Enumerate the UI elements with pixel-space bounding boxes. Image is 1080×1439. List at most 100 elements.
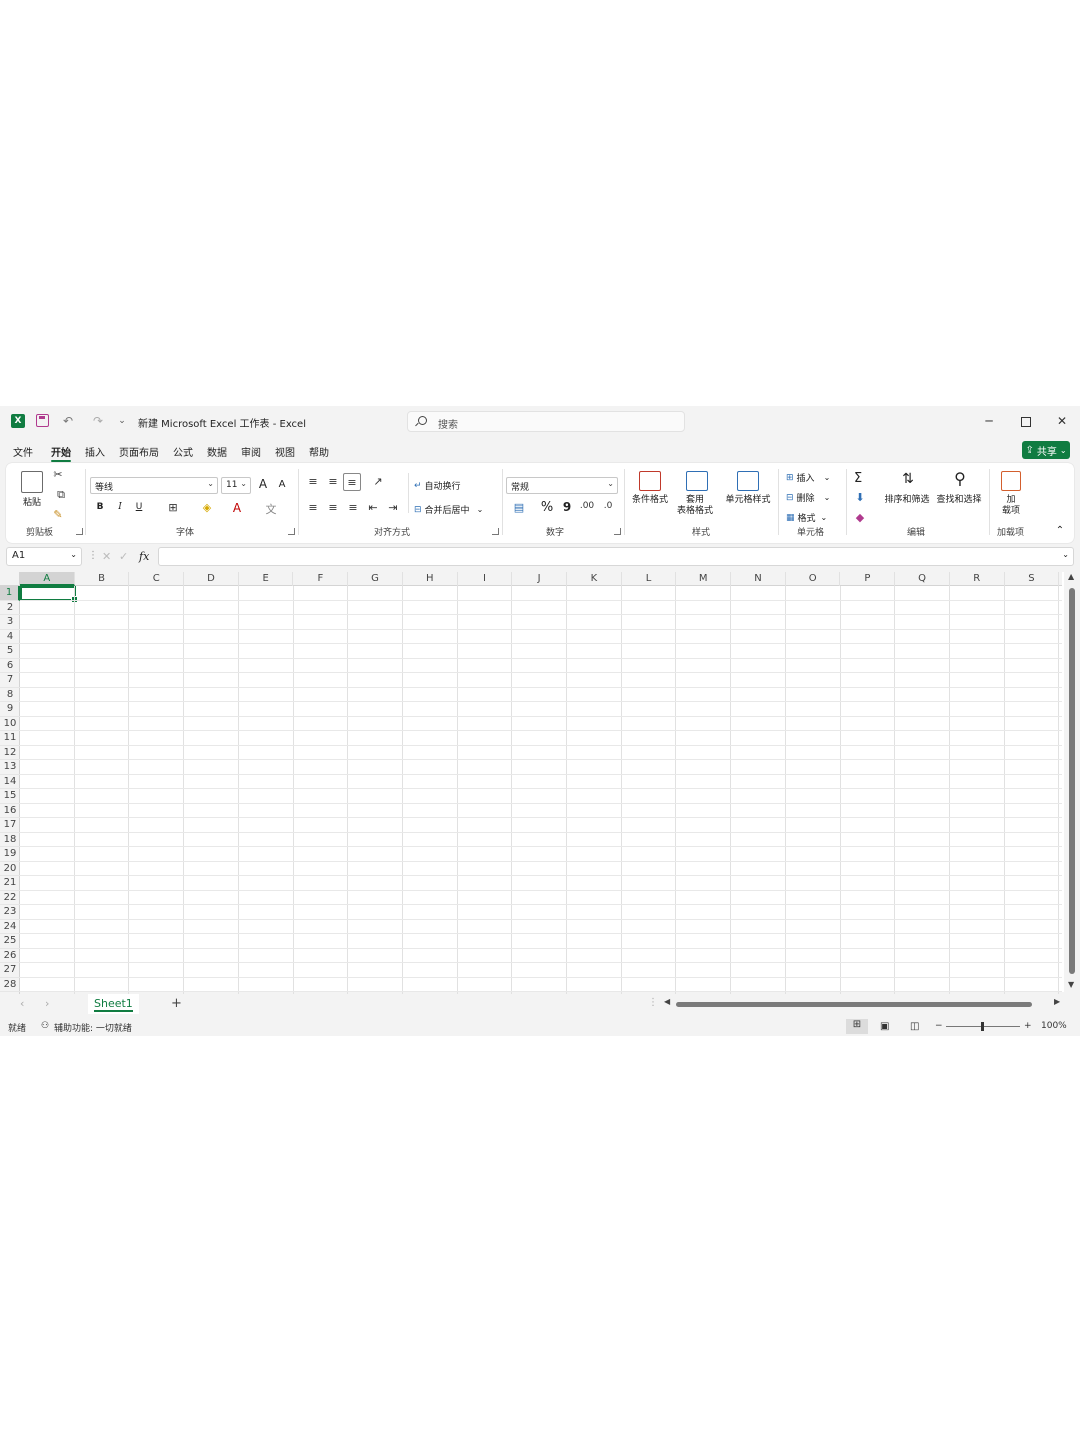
tab-review[interactable]: 审阅 [241, 444, 261, 459]
align-bottom-icon[interactable]: ≡ [343, 473, 361, 491]
column-header[interactable]: K [567, 572, 622, 586]
phonetic-icon[interactable]: 文 [264, 501, 278, 517]
undo-icon[interactable]: ↶ [58, 413, 78, 429]
fill-icon[interactable]: ⬇ [853, 491, 867, 504]
share-button[interactable]: ⇪ 共享 ⌄ [1022, 441, 1070, 459]
row-header[interactable]: 4 [0, 630, 20, 644]
find-select-button[interactable]: 查找和选择 [934, 495, 984, 506]
prev-sheet-icon[interactable]: ‹ [20, 997, 24, 1010]
maximize-button[interactable] [1018, 414, 1032, 428]
column-header[interactable]: E [239, 572, 294, 586]
row-header[interactable]: 17 [0, 818, 20, 833]
scroll-left-icon[interactable]: ◀ [664, 997, 670, 1006]
tab-formulas[interactable]: 公式 [173, 444, 193, 459]
cancel-icon[interactable]: ✕ [102, 550, 111, 563]
autosum-button[interactable]: Σ [854, 471, 862, 486]
addins-button[interactable]: 加 载项 [996, 495, 1026, 517]
vertical-scrollbar[interactable]: ▲ ▼ [1064, 572, 1080, 994]
percent-button[interactable]: % [540, 500, 554, 515]
tab-file[interactable]: 文件 [13, 444, 33, 459]
column-header[interactable]: H [403, 572, 458, 586]
accounting-format-icon[interactable]: ▤ [509, 501, 529, 514]
bold-button[interactable]: B [94, 502, 106, 512]
cut-icon[interactable]: ✂ [51, 468, 65, 481]
row-header[interactable]: 20 [0, 862, 20, 876]
tab-data[interactable]: 数据 [207, 444, 227, 459]
customize-qat-icon[interactable]: ⌄ [116, 413, 128, 429]
borders-icon[interactable]: ⊞ [166, 501, 180, 514]
column-header[interactable]: L [622, 572, 677, 586]
row-header[interactable]: 9 [0, 702, 20, 717]
decrease-decimal-icon[interactable]: .0 [601, 501, 615, 511]
row-header[interactable]: 13 [0, 760, 20, 775]
format-painter-icon[interactable]: ✎ [51, 508, 65, 521]
alignment-launcher-icon[interactable] [492, 528, 499, 535]
column-header[interactable]: Q [895, 572, 950, 586]
row-header[interactable]: 1 [0, 586, 20, 601]
row-header[interactable]: 23 [0, 905, 20, 920]
copy-icon[interactable]: ⧉ [51, 488, 71, 502]
row-header[interactable]: 18 [0, 833, 20, 847]
row-header[interactable]: 12 [0, 746, 20, 760]
tab-home[interactable]: 开始 [51, 444, 71, 462]
column-header[interactable]: N [731, 572, 786, 586]
decrease-indent-icon[interactable]: ⇤ [366, 501, 380, 514]
delete-cells-button[interactable]: ⊟ 删除 ⌄ [786, 491, 830, 505]
horizontal-scroll-thumb[interactable] [676, 1002, 1032, 1007]
column-header[interactable]: D [184, 572, 239, 586]
tab-view[interactable]: 视图 [275, 444, 295, 459]
increase-indent-icon[interactable]: ⇥ [386, 501, 400, 514]
align-center-icon[interactable]: ≡ [326, 501, 340, 514]
increase-decimal-icon[interactable]: .00 [580, 501, 594, 511]
column-header[interactable]: S [1005, 572, 1060, 586]
number-launcher-icon[interactable] [614, 528, 621, 535]
column-header[interactable]: G [348, 572, 403, 586]
column-header[interactable]: O [786, 572, 841, 586]
sheet-tab-sheet1[interactable]: Sheet1 [88, 994, 139, 1014]
row-header[interactable]: 11 [0, 731, 20, 746]
underline-button[interactable]: U [133, 502, 145, 512]
row-header[interactable]: 28 [0, 978, 20, 992]
zoom-out-button[interactable]: − [935, 1021, 943, 1031]
clear-icon[interactable]: ◆ [853, 511, 867, 524]
cell-styles-icon[interactable] [737, 471, 759, 491]
search-input[interactable]: 搜索 [407, 411, 685, 432]
cell-styles-button[interactable]: 单元格样式 [722, 495, 774, 506]
column-header[interactable]: I [458, 572, 513, 586]
formula-input[interactable]: ⌄ [158, 547, 1074, 566]
row-header[interactable]: 19 [0, 847, 20, 862]
minimize-button[interactable]: ─ [982, 414, 996, 428]
name-box[interactable]: A1 ⌄ [6, 547, 82, 566]
font-color-icon[interactable]: A [230, 501, 244, 515]
addins-icon[interactable] [1001, 471, 1021, 491]
sort-filter-button[interactable]: 排序和筛选 [882, 495, 932, 506]
scroll-right-icon[interactable]: ▶ [1054, 997, 1060, 1006]
row-header[interactable]: 27 [0, 963, 20, 978]
format-cells-button[interactable]: ▦ 格式 ⌄ [786, 511, 827, 525]
align-middle-icon[interactable]: ≡ [326, 475, 340, 488]
paste-button[interactable]: 粘贴 [20, 495, 44, 508]
tab-insert[interactable]: 插入 [85, 444, 105, 459]
row-header[interactable]: 14 [0, 775, 20, 789]
zoom-in-button[interactable]: + [1024, 1021, 1032, 1031]
page-layout-view-icon[interactable]: ▣ [880, 1021, 889, 1032]
row-header[interactable]: 15 [0, 789, 20, 804]
tab-help[interactable]: 帮助 [309, 444, 329, 459]
conditional-format-icon[interactable] [639, 471, 661, 491]
next-sheet-icon[interactable]: › [45, 997, 49, 1010]
orientation-icon[interactable]: ↗ [368, 475, 388, 488]
conditional-format-button[interactable]: 条件格式 [626, 495, 674, 506]
column-header[interactable]: R [950, 572, 1005, 586]
save-icon[interactable] [36, 414, 49, 427]
clipboard-launcher-icon[interactable] [76, 528, 83, 535]
column-header[interactable]: F [294, 572, 349, 586]
column-header[interactable]: J [512, 572, 567, 586]
enter-icon[interactable]: ✓ [119, 550, 128, 563]
align-left-icon[interactable]: ≡ [306, 501, 320, 514]
row-header[interactable]: 24 [0, 920, 20, 934]
align-right-icon[interactable]: ≡ [346, 501, 360, 514]
fill-color-icon[interactable]: ◈ [200, 501, 214, 514]
scroll-up-icon[interactable]: ▲ [1068, 572, 1074, 581]
normal-view-icon[interactable]: ⊞ [846, 1019, 868, 1034]
italic-button[interactable]: I [114, 502, 126, 512]
